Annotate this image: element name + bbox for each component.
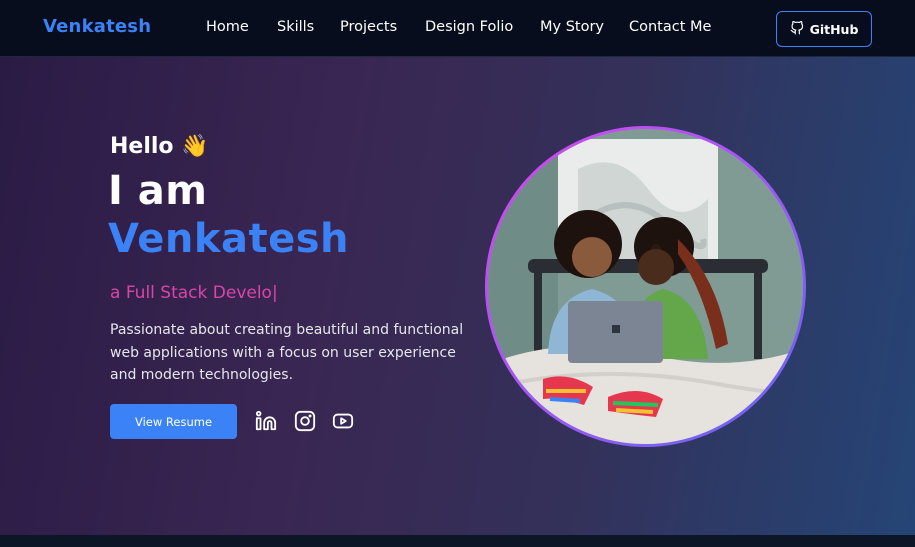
nav-link-home[interactable]: Home bbox=[206, 19, 249, 35]
nav-link-contact-me[interactable]: Contact Me bbox=[629, 19, 711, 35]
hero-name: Venkatesh bbox=[108, 216, 350, 262]
youtube-icon[interactable] bbox=[332, 410, 354, 432]
nav-link-projects[interactable]: Projects bbox=[340, 19, 397, 35]
github-icon bbox=[790, 20, 804, 38]
nav-link-my-story[interactable]: My Story bbox=[540, 19, 604, 35]
greeting-text: Hello bbox=[110, 134, 174, 159]
waving-hand-icon: 👋 bbox=[181, 134, 209, 159]
portrait-frame bbox=[485, 126, 806, 447]
view-resume-button[interactable]: View Resume bbox=[110, 404, 237, 439]
nav-link-design-folio[interactable]: Design Folio bbox=[425, 19, 513, 35]
navbar: Venkatesh Home Skills Projects Design Fo… bbox=[0, 0, 915, 57]
typed-role: a Full Stack Develo| bbox=[110, 283, 278, 303]
nav-link-skills[interactable]: Skills bbox=[277, 19, 314, 35]
next-section-edge bbox=[0, 535, 915, 547]
hero-greeting: Hello 👋 bbox=[110, 134, 209, 159]
github-label: GitHub bbox=[809, 21, 859, 37]
linkedin-icon[interactable] bbox=[255, 410, 277, 432]
instagram-icon[interactable] bbox=[294, 410, 316, 432]
hero-description: Passionate about creating beautiful and … bbox=[110, 322, 464, 383]
hero-intro: I am bbox=[108, 168, 208, 214]
portrait-photo bbox=[488, 129, 803, 444]
github-button[interactable]: GitHub bbox=[776, 11, 872, 47]
